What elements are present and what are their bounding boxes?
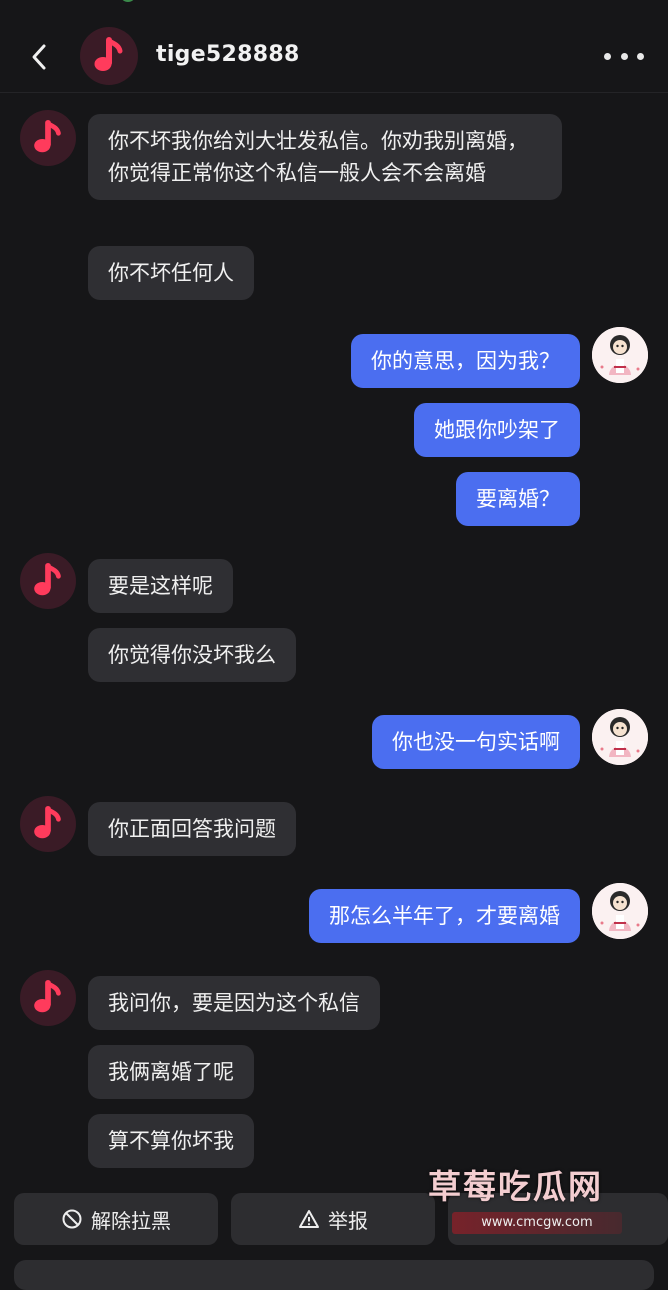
- status-signal-icon: [120, 0, 136, 2]
- unblock-label: 解除拉黑: [91, 1208, 171, 1233]
- unblock-button[interactable]: 解除拉黑: [14, 1193, 218, 1245]
- chat-header: tige528888: [0, 20, 668, 93]
- more-dots-icon: [637, 52, 644, 60]
- watermark-url: www.cmcgw.com: [452, 1212, 622, 1234]
- outgoing-message[interactable]: 要离婚？: [456, 472, 580, 526]
- block-circle-icon: [62, 1209, 82, 1229]
- my-avatar[interactable]: [592, 883, 648, 939]
- sender-avatar[interactable]: [20, 553, 76, 609]
- more-dots-icon: [604, 52, 611, 60]
- warning-triangle-icon: [299, 1210, 319, 1228]
- watermark-title: 草莓吃瓜网: [428, 1167, 603, 1206]
- incoming-message[interactable]: 算不算你坏我: [88, 1114, 254, 1168]
- outgoing-message[interactable]: 她跟你吵架了: [414, 403, 580, 457]
- back-button[interactable]: [22, 40, 56, 74]
- music-note-icon: [34, 805, 61, 839]
- incoming-message[interactable]: 你不坏我你给刘大壮发私信。你劝我别离婚，你觉得正常你这个私信一般人会不会离婚: [88, 114, 562, 200]
- music-note-icon: [34, 119, 61, 153]
- music-note-icon: [94, 37, 123, 71]
- sender-avatar[interactable]: [20, 110, 76, 166]
- incoming-message[interactable]: 你觉得你没坏我么: [88, 628, 296, 682]
- contact-username: tige528888: [156, 42, 300, 67]
- chevron-left-icon: [32, 44, 46, 70]
- my-avatar[interactable]: [592, 709, 648, 765]
- cartoon-character-icon: [592, 883, 648, 939]
- incoming-message[interactable]: 我俩离婚了呢: [88, 1045, 254, 1099]
- my-avatar[interactable]: [592, 327, 648, 383]
- cartoon-character-icon: [592, 709, 648, 765]
- report-button[interactable]: 举报: [231, 1193, 435, 1245]
- outgoing-message[interactable]: 你也没一句实话啊: [372, 715, 580, 769]
- status-bar: [0, 0, 668, 4]
- outgoing-message[interactable]: 你的意思，因为我？: [351, 334, 580, 388]
- music-note-icon: [34, 979, 61, 1013]
- incoming-message[interactable]: 你正面回答我问题: [88, 802, 296, 856]
- music-note-icon: [34, 562, 61, 596]
- outgoing-message[interactable]: 那怎么半年了，才要离婚: [309, 889, 580, 943]
- incoming-message[interactable]: 你不坏任何人: [88, 246, 254, 300]
- sender-avatar[interactable]: [20, 970, 76, 1026]
- report-label: 举报: [328, 1208, 368, 1233]
- incoming-message[interactable]: 要是这样呢: [88, 559, 233, 613]
- cartoon-character-icon: [592, 327, 648, 383]
- more-dots-icon: [620, 52, 628, 60]
- incoming-message[interactable]: 我问你，要是因为这个私信: [88, 976, 380, 1030]
- sender-avatar[interactable]: [20, 796, 76, 852]
- message-input-bar[interactable]: [14, 1260, 654, 1290]
- contact-avatar[interactable]: [80, 27, 138, 85]
- more-options-button[interactable]: [604, 44, 644, 68]
- watermark: 草莓吃瓜网 www.cmcgw.com: [428, 1160, 648, 1240]
